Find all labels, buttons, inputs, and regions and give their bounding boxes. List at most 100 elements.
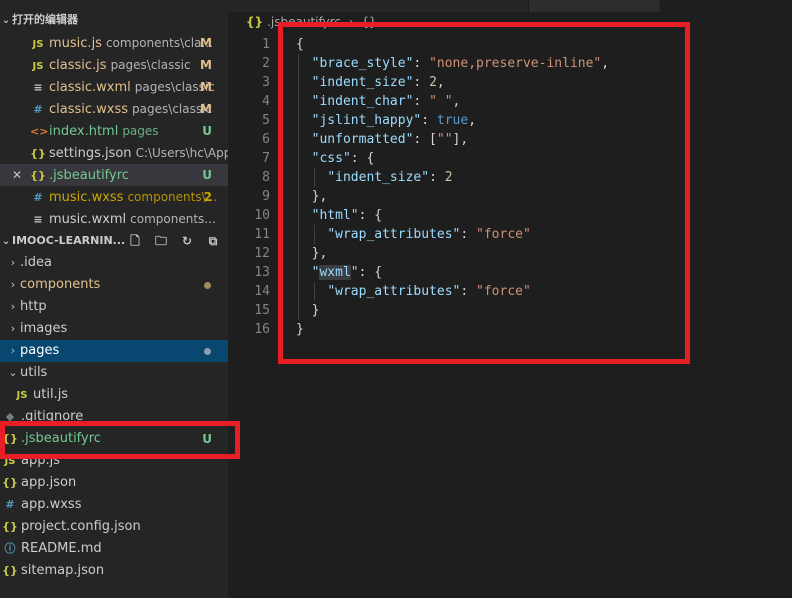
folder-name: .idea bbox=[20, 255, 52, 270]
code-line: "jslint_happy": true, bbox=[311, 113, 477, 128]
git-status-badge: U bbox=[202, 124, 212, 138]
json-file-icon: {} bbox=[246, 15, 264, 29]
folder-name: pages bbox=[20, 343, 60, 358]
git-status-badge: M bbox=[200, 58, 212, 72]
editor-tab[interactable] bbox=[528, 0, 659, 12]
json-file-icon: {} bbox=[2, 476, 18, 489]
line-number: 13 bbox=[254, 265, 270, 280]
open-editor-item[interactable]: ≡ classic.wxml pages\classic M bbox=[0, 76, 228, 98]
file-item[interactable]: {} sitemap.json bbox=[0, 560, 228, 582]
code-line: "wrap_attributes": "force" bbox=[327, 284, 531, 299]
line-number: 10 bbox=[254, 208, 270, 223]
html-file-icon: <> bbox=[30, 125, 49, 138]
open-editor-item[interactable]: JS classic.js pages\classic M bbox=[0, 54, 228, 76]
file-item[interactable]: ◆ .gitignore bbox=[0, 406, 228, 428]
file-name: music.wxss bbox=[49, 190, 124, 205]
file-name: app.js bbox=[21, 453, 60, 468]
line-number: 14 bbox=[254, 284, 270, 299]
file-name: classic.wxss bbox=[49, 102, 129, 117]
file-item[interactable]: {} app.json bbox=[0, 472, 228, 494]
open-editor-item[interactable]: {}settings.jsonC:\Users\hc\App... bbox=[0, 142, 228, 164]
git-status-badge: M bbox=[200, 80, 212, 94]
open-editors-title: 打开的编辑器 bbox=[12, 13, 78, 26]
git-status-badge: M bbox=[200, 36, 212, 50]
code-line: { bbox=[296, 37, 304, 52]
open-editors-header[interactable]: ⌄ 打开的编辑器 bbox=[0, 10, 228, 30]
js-file-icon: JS bbox=[32, 39, 44, 50]
folder-item[interactable]: ⌄ utils bbox=[0, 362, 228, 384]
file-name: app.json bbox=[21, 475, 77, 490]
collapse-all-icon[interactable]: ⧉ bbox=[206, 230, 220, 252]
file-path: pages bbox=[122, 124, 159, 138]
js-file-icon: JS bbox=[32, 61, 44, 72]
editor-area: {} .jsbeautifyrc › {} ... 1 { 2 "brace_sty… bbox=[228, 0, 792, 598]
wxss-file-icon: # bbox=[33, 191, 43, 204]
file-name: util.js bbox=[33, 387, 69, 402]
chevron-right-icon: › bbox=[10, 344, 16, 357]
code-line: "brace_style": "none,preserve-inline", bbox=[311, 56, 610, 71]
open-editor-item[interactable]: JS music.js components\cla... M bbox=[0, 32, 228, 54]
line-number: 15 bbox=[254, 303, 270, 318]
file-item[interactable]: JS util.js bbox=[0, 384, 228, 406]
js-file-icon: JS bbox=[4, 456, 16, 467]
line-number: 9 bbox=[262, 189, 270, 204]
file-name: .jsbeautifyrc bbox=[49, 168, 129, 183]
wxss-file-icon: # bbox=[5, 498, 15, 511]
new-file-icon[interactable]: 🗋 bbox=[128, 230, 142, 252]
json-file-icon: {} bbox=[2, 520, 18, 533]
folder-item[interactable]: › images bbox=[0, 318, 228, 340]
explorer-title: IMOOC-LEARNIN... bbox=[12, 234, 126, 247]
open-editor-item[interactable]: <>index.html pages U bbox=[0, 120, 228, 142]
refresh-icon[interactable]: ↻ bbox=[180, 230, 194, 252]
open-editor-item[interactable]: # music.wxss components\... 2 bbox=[0, 186, 228, 208]
code-line: "html": { bbox=[311, 208, 383, 223]
file-item[interactable]: JS app.js bbox=[0, 450, 228, 472]
folder-name: utils bbox=[20, 365, 48, 380]
folder-name: images bbox=[20, 321, 68, 336]
chevron-right-icon: › bbox=[10, 278, 16, 291]
chevron-right-icon: › bbox=[10, 256, 16, 269]
modified-dot-icon bbox=[204, 282, 211, 289]
breadcrumb: {} .jsbeautifyrc › {} ... bbox=[246, 12, 392, 32]
code-line: "wrap_attributes": "force" bbox=[327, 227, 531, 242]
explorer-header[interactable]: ⌄ IMOOC-LEARNIN... 🗋 🗀 ↻ ⧉ bbox=[0, 230, 228, 252]
chevron-right-icon: › bbox=[348, 15, 354, 29]
code-line: "unformatted": [""], bbox=[311, 132, 469, 147]
folder-item[interactable]: › http bbox=[0, 296, 228, 318]
folder-name: components bbox=[20, 277, 101, 292]
new-folder-icon[interactable]: 🗀 bbox=[154, 230, 168, 252]
js-file-icon: JS bbox=[16, 390, 28, 401]
file-name: app.wxss bbox=[21, 497, 82, 512]
code-line: "wxml": { bbox=[311, 265, 383, 280]
editor-tab-active[interactable] bbox=[660, 0, 792, 12]
breadcrumb-symbol[interactable]: {} ... bbox=[361, 15, 392, 29]
line-number: 16 bbox=[254, 322, 270, 337]
file-item[interactable]: {} project.config.json bbox=[0, 516, 228, 538]
open-editor-item[interactable]: ≡ music.wxml components... bbox=[0, 208, 228, 230]
line-number: 4 bbox=[262, 94, 270, 109]
file-item[interactable]: ⓘ README.md bbox=[0, 538, 228, 560]
folder-item[interactable]: › .idea bbox=[0, 252, 228, 274]
line-number: 1 bbox=[262, 37, 270, 52]
line-number: 6 bbox=[262, 132, 270, 147]
line-number: 5 bbox=[262, 113, 270, 128]
git-status-badge: M bbox=[200, 102, 212, 116]
file-name: settings.json bbox=[49, 146, 132, 161]
file-name: classic.js bbox=[49, 58, 107, 73]
line-number: 8 bbox=[262, 170, 270, 185]
breadcrumb-file[interactable]: .jsbeautifyrc bbox=[267, 15, 341, 29]
folder-item-selected[interactable]: › pages bbox=[0, 340, 228, 362]
code-line: "indent_size": 2, bbox=[311, 75, 445, 90]
open-editor-item[interactable]: # classic.wxss pages\classic M bbox=[0, 98, 228, 120]
line-number: 2 bbox=[262, 56, 270, 71]
open-editor-item-active[interactable]: ✕{} .jsbeautifyrc U bbox=[0, 164, 228, 186]
code-line: }, bbox=[311, 246, 328, 261]
code-line: } bbox=[296, 322, 304, 337]
file-item[interactable]: # app.wxss bbox=[0, 494, 228, 516]
file-item[interactable]: {} .jsbeautifyrc U bbox=[0, 428, 228, 450]
folder-item[interactable]: › components bbox=[0, 274, 228, 296]
file-name: index.html bbox=[49, 124, 119, 139]
close-icon[interactable]: ✕ bbox=[12, 164, 30, 186]
json-file-icon: {} bbox=[2, 432, 18, 445]
explorer-toolbar: 🗋 🗀 ↻ ⧉ bbox=[116, 230, 220, 253]
